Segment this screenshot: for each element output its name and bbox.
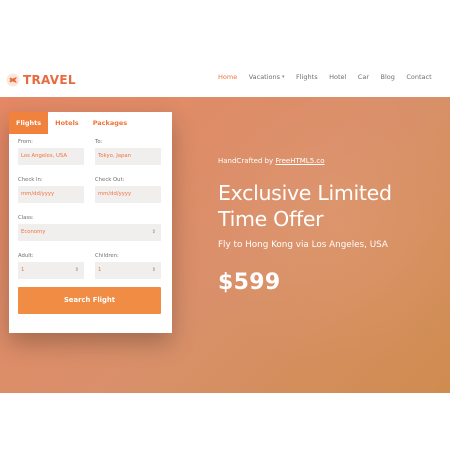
nav-item-blog[interactable]: Blog xyxy=(381,73,395,81)
to-field[interactable]: Tokyo, Japan xyxy=(95,148,161,165)
credit-link[interactable]: FreeHTML5.co xyxy=(275,157,324,165)
hero-headline: Exclusive Limited Time Offer xyxy=(218,181,392,231)
hero-subline: Fly to Hong Kong via Los Angeles, USA xyxy=(218,240,388,250)
class-label: Class: xyxy=(18,215,34,221)
adult-value: 1 xyxy=(21,267,25,273)
nav-blog-label: Blog xyxy=(380,73,395,81)
from-field[interactable]: Los Angeles, USA xyxy=(18,148,84,165)
hero-credit: HandCrafted by FreeHTML5.co xyxy=(218,157,325,165)
tab-flights[interactable]: Flights xyxy=(9,112,49,134)
nav-contact-label: Contact xyxy=(406,73,432,81)
nav-item-flights[interactable]: Flights xyxy=(296,73,318,81)
search-flight-button[interactable]: Search Flight xyxy=(18,287,161,314)
nav-item-vacations[interactable]: Vacations ▾ xyxy=(249,73,285,81)
chevron-down-icon: ▾ xyxy=(282,74,285,80)
class-select[interactable]: Economy ⇕ xyxy=(18,224,161,241)
nav-home-label: Home xyxy=(218,73,238,81)
nav-hotel-label: Hotel xyxy=(329,73,347,81)
select-arrows-icon: ⇕ xyxy=(74,267,79,273)
search-card: Flights Hotels Packages From: Los Angele… xyxy=(9,112,172,333)
children-value: 1 xyxy=(98,267,102,273)
main-menu: Home Vacations ▾ Flights Hotel Car Blog C… xyxy=(218,73,443,81)
nav-item-car[interactable]: Car xyxy=(358,73,369,81)
select-arrows-icon: ⇕ xyxy=(151,229,156,235)
flight-form: From: Los Angeles, USA To: Tokyo, Japan … xyxy=(9,134,172,333)
select-arrows-icon: ⇕ xyxy=(151,267,156,273)
hero-price: $599 xyxy=(218,270,281,295)
check-in-label: Check In: xyxy=(18,177,43,183)
check-out-field[interactable]: mm/dd/yyyy xyxy=(95,186,161,203)
children-select[interactable]: 1 ⇕ xyxy=(95,262,161,279)
brand-logo[interactable]: TRAVEL xyxy=(6,72,76,88)
airplane-icon xyxy=(6,73,20,87)
brand-name: TRAVEL xyxy=(23,73,76,87)
from-label: From: xyxy=(18,139,33,145)
children-label: Children: xyxy=(95,253,119,259)
nav-car-label: Car xyxy=(357,73,369,81)
nav-item-home[interactable]: Home xyxy=(218,73,237,81)
check-out-label: Check Out: xyxy=(95,177,125,183)
tab-packages[interactable]: Packages xyxy=(86,112,134,134)
nav-item-hotel[interactable]: Hotel xyxy=(329,73,346,81)
credit-prefix: HandCrafted by xyxy=(218,157,274,165)
top-navbar: TRAVEL Home Vacations ▾ Flights Hotel Car… xyxy=(0,0,450,97)
class-value: Economy xyxy=(21,229,46,235)
nav-item-contact[interactable]: Contact xyxy=(406,73,431,81)
check-in-field[interactable]: mm/dd/yyyy xyxy=(18,186,84,203)
to-label: To: xyxy=(95,139,103,145)
search-tabs: Flights Hotels Packages xyxy=(9,112,172,134)
nav-flights-label: Flights xyxy=(296,73,318,81)
adult-select[interactable]: 1 ⇕ xyxy=(18,262,84,279)
nav-vacations-label: Vacations xyxy=(248,73,281,81)
adult-label: Adult: xyxy=(18,253,34,259)
hero-glow xyxy=(190,97,450,367)
tab-hotels[interactable]: Hotels xyxy=(48,112,86,134)
